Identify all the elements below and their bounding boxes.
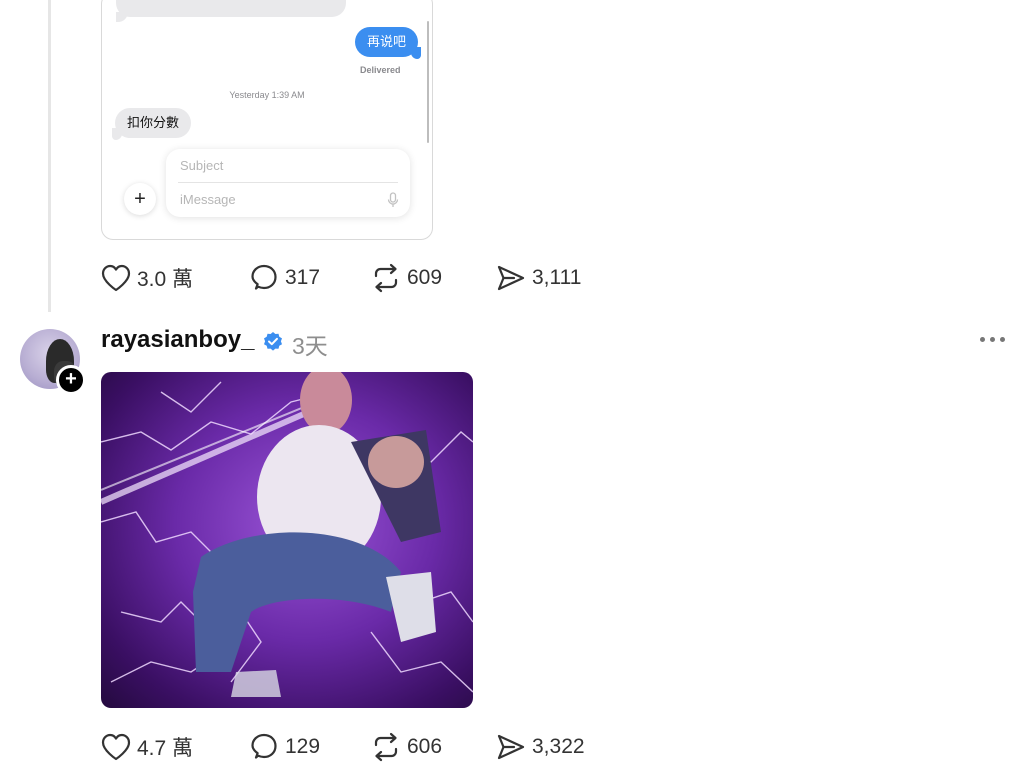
- send-icon: [497, 734, 525, 760]
- share-button[interactable]: 3,322: [496, 732, 585, 762]
- heart-icon: [101, 264, 131, 292]
- message-composer: Subject iMessage: [166, 149, 410, 217]
- post-image[interactable]: [101, 372, 473, 708]
- repost-button[interactable]: 606: [371, 732, 496, 762]
- share-count: 3,322: [532, 735, 585, 758]
- reply-button[interactable]: 129: [249, 732, 371, 762]
- repost-count: 609: [407, 266, 443, 289]
- thread-connector-line: [48, 0, 51, 312]
- post-actions: 3.0 萬 317 609 3,111: [101, 262, 581, 294]
- post-time: 3天: [292, 333, 328, 359]
- imessage-placeholder: iMessage: [180, 192, 236, 207]
- add-attachment-button: +: [124, 183, 156, 215]
- repost-icon: [374, 732, 398, 762]
- heart-icon: [101, 733, 131, 761]
- reply-button[interactable]: 317: [249, 263, 371, 293]
- comment-icon: [251, 733, 277, 759]
- post-actions: 4.7 萬 129 606 3,322: [101, 731, 585, 763]
- microphone-icon: [387, 192, 399, 207]
- reply-count: 129: [285, 735, 321, 758]
- scrollbar: [427, 21, 429, 143]
- received-message-text: 扣你分數: [127, 115, 180, 130]
- comment-icon: [251, 264, 277, 290]
- sent-message-text: 再说吧: [367, 34, 407, 49]
- subject-placeholder: Subject: [180, 158, 224, 173]
- share-button[interactable]: 3,111: [496, 263, 581, 293]
- username[interactable]: rayasianboy_: [101, 326, 254, 354]
- like-button[interactable]: 4.7 萬: [101, 732, 249, 762]
- sent-message-bubble: 再说吧: [355, 27, 422, 59]
- message-timestamp: Yesterday 1:39 AM: [229, 90, 305, 100]
- delivered-label: Delivered: [360, 65, 401, 75]
- follow-button[interactable]: +: [56, 365, 86, 395]
- send-icon: [497, 265, 525, 291]
- lightning-figure-illustration: [101, 372, 473, 697]
- more-icon[interactable]: [980, 337, 1005, 342]
- post-image-screenshot[interactable]: 再说吧 Delivered Yesterday 1:39 AM 扣你分數 + S…: [101, 0, 433, 240]
- like-count: 3.0 萬: [137, 268, 194, 291]
- received-bubble-partial: [116, 0, 346, 22]
- repost-count: 606: [407, 735, 443, 758]
- verified-badge-icon: [264, 332, 282, 351]
- repost-button[interactable]: 609: [371, 263, 496, 293]
- like-button[interactable]: 3.0 萬: [101, 263, 249, 293]
- share-count: 3,111: [532, 266, 582, 289]
- like-count: 4.7 萬: [137, 737, 194, 760]
- received-message-bubble: 扣你分數: [112, 108, 192, 140]
- composer-divider: [178, 182, 398, 183]
- reply-count: 317: [285, 266, 321, 289]
- repost-icon: [374, 263, 398, 293]
